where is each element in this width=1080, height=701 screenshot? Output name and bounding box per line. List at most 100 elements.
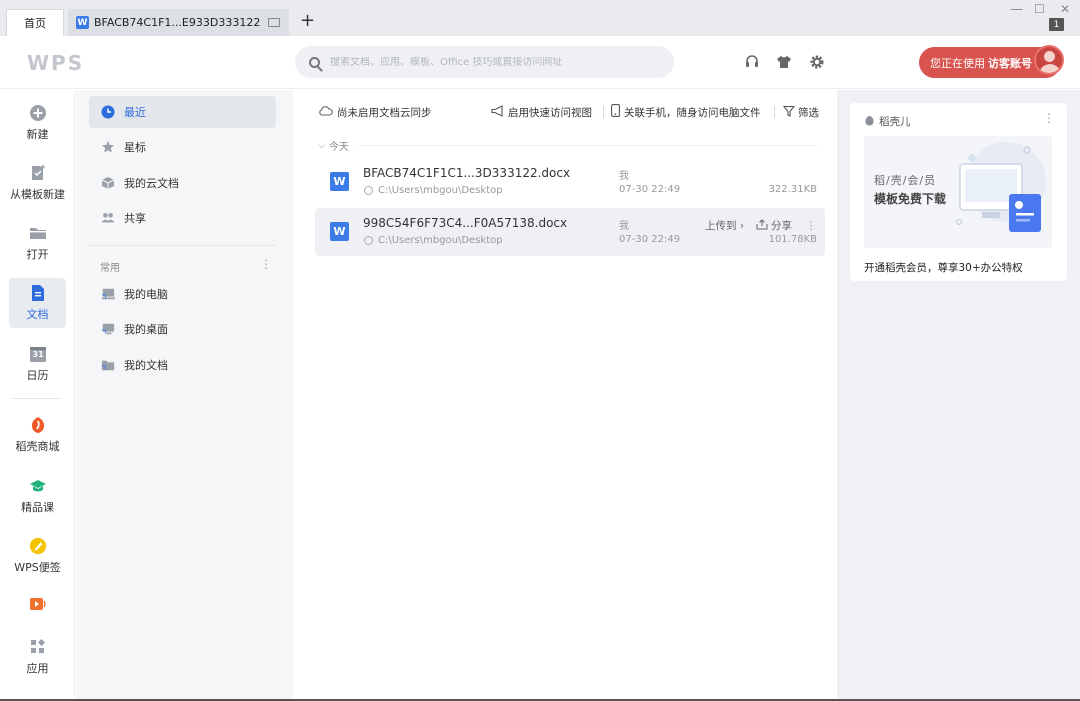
file-row[interactable]: W 998C54F6F73C4...F0A57138.docx C:\Users… (315, 208, 825, 256)
file-name[interactable]: BFACB74C1F1C1...3D333122.docx (363, 166, 570, 180)
apps-grid-icon (29, 638, 47, 656)
file-time: 07-30 22:49 (619, 234, 681, 245)
subnav-my-computer-label: 我的电脑 (124, 288, 168, 301)
wps-logo: WPS (27, 51, 85, 75)
group-today[interactable]: ⌵ 今天 (318, 138, 349, 154)
sub-nav: 最近 星标 我的云文档 共享 常用 ⋮ 我的电脑 我的桌面 我的文档 (76, 90, 293, 701)
title-bar: 首页 W BFACB74C1F1...E933D333122 + — ☐ ✕ 1 (0, 0, 1080, 36)
nav-apps[interactable]: 应用 (9, 632, 66, 682)
word-file-icon: W (330, 172, 349, 191)
skin-shirt-icon[interactable] (776, 54, 792, 70)
document-icon (29, 284, 47, 302)
maximize-button[interactable]: ☐ (1034, 2, 1045, 16)
nav-documents-label: 文档 (26, 308, 49, 321)
headset-icon[interactable] (744, 54, 760, 70)
file-owner: 我 (619, 171, 629, 182)
guest-label: 访客账号 (988, 56, 1032, 70)
nav-new-from-template-label: 从模板新建 (10, 188, 65, 201)
tab-home-label: 首页 (24, 17, 46, 30)
daoke-icon (29, 416, 47, 434)
avatar[interactable] (1034, 45, 1064, 75)
more-options-icon[interactable]: ⋮ (1043, 111, 1055, 125)
cloud-sync-button[interactable]: 尚未启用文档云同步 (318, 104, 432, 120)
promo-banner[interactable]: 稻/壳/会/员 模板免费下载 (864, 136, 1052, 248)
template-icon (29, 164, 47, 182)
settings-gear-icon[interactable] (809, 54, 825, 70)
tab-document[interactable]: W BFACB74C1F1...E933D333122 (68, 9, 289, 36)
word-doc-icon: W (76, 16, 89, 29)
promo-title-label: 稻壳儿 (879, 116, 911, 128)
header-bar: WPS 您正在使用 访客账号 (0, 36, 1080, 89)
subnav-starred[interactable]: 星标 (89, 131, 276, 163)
subnav-my-computer[interactable]: 我的电脑 (89, 278, 276, 310)
chevron-down-icon: ⌵ (318, 140, 325, 151)
calendar-icon: 31 (29, 345, 47, 363)
subnav-my-desktop[interactable]: 我的桌面 (89, 313, 276, 345)
nav-wps-notes[interactable]: WPS便签 (9, 531, 66, 581)
nav-courses-label: 精品课 (21, 501, 54, 514)
search-input[interactable] (330, 56, 650, 68)
nav-calendar-label: 日历 (26, 369, 49, 382)
filter-button[interactable]: 筛选 (782, 104, 819, 120)
guest-account-button[interactable]: 您正在使用 访客账号 (919, 45, 1064, 78)
upload-to-button[interactable]: 上传到 › (705, 218, 744, 233)
more-options-icon[interactable]: ⋮ (806, 220, 817, 232)
nav-video[interactable] (9, 585, 66, 627)
nav-open[interactable]: 打开 (9, 218, 66, 268)
main-content: 尚未启用文档云同步 启用快速访问视图 关联手机，随身访问电脑文件 筛选 ⌵ 今天… (293, 90, 837, 701)
file-path: C:\Users\mbgou\Desktop (364, 185, 503, 196)
link-phone-button[interactable]: 关联手机，随身访问电脑文件 (611, 104, 761, 120)
minimize-button[interactable]: — (1010, 2, 1023, 17)
tab-home[interactable]: 首页 (6, 9, 64, 36)
nav-new[interactable]: 新建 (9, 98, 66, 148)
promo-text[interactable]: 开通稻壳会员，尊享30+办公特权 (864, 260, 1023, 275)
nav-documents[interactable]: 文档 (9, 278, 66, 328)
word-file-icon: W (330, 222, 349, 241)
subnav-cloud-docs[interactable]: 我的云文档 (89, 167, 276, 199)
close-button[interactable]: ✕ (1060, 2, 1070, 16)
subnav-my-documents[interactable]: 我的文档 (89, 349, 276, 381)
file-time: 07-30 22:49 (619, 184, 681, 195)
promo-banner-subtitle: 稻/壳/会/员 (874, 174, 937, 187)
group-divider (358, 145, 818, 146)
quick-view-label: 启用快速访问视图 (508, 106, 592, 119)
file-size: 101.78KB (768, 234, 817, 245)
toolbar-divider-1 (603, 104, 604, 120)
nav-daoke-store-label: 稻壳商城 (15, 440, 60, 453)
add-tab-button[interactable]: + (300, 11, 315, 31)
daoke-logo-icon (864, 115, 875, 129)
nav-new-from-template[interactable]: 从模板新建 (9, 158, 66, 208)
promo-card[interactable]: 稻壳儿 ⋮ 稻/壳/会/员 模板免费下载 开通稻壳会员，尊享30+办公特权 (850, 103, 1067, 281)
subnav-starred-label: 星标 (124, 141, 146, 154)
file-name[interactable]: 998C54F6F73C4...F0A57138.docx (363, 216, 567, 230)
search-icon (309, 56, 320, 68)
nav-courses[interactable]: 精品课 (9, 471, 66, 521)
subnav-shared[interactable]: 共享 (89, 202, 276, 234)
share-button[interactable]: 分享 (771, 218, 792, 233)
location-icon (364, 186, 373, 195)
file-owner: 我 (619, 221, 629, 232)
more-options-icon[interactable]: ⋮ (260, 257, 272, 271)
nav-calendar[interactable]: 31 日历 (9, 339, 66, 389)
desktop-icon (101, 322, 115, 336)
file-size: 322.31KB (768, 184, 817, 195)
subnav-recent-label: 最近 (124, 106, 146, 119)
users-icon (101, 211, 115, 225)
nav-daoke-store[interactable]: 稻壳商城 (9, 410, 66, 460)
subnav-recent[interactable]: 最近 (89, 96, 276, 128)
location-icon (364, 236, 373, 245)
video-icon (29, 595, 47, 613)
folder-shortcut-icon (101, 358, 115, 372)
window-count-badge[interactable]: 1 (1049, 18, 1064, 31)
file-row[interactable]: W BFACB74C1F1C1...3D333122.docx C:\Users… (315, 158, 825, 206)
monitor-icon[interactable] (268, 18, 281, 27)
cube-icon (101, 176, 115, 190)
filter-label: 筛选 (798, 106, 819, 119)
subnav-my-desktop-label: 我的桌面 (124, 323, 168, 336)
search-bar[interactable] (295, 46, 674, 78)
quick-view-button[interactable]: 启用快速访问视图 (491, 104, 592, 120)
computer-icon (101, 287, 115, 301)
graduation-cap-icon (29, 477, 47, 495)
tab-document-label: BFACB74C1F1...E933D333122 (94, 16, 261, 29)
cloud-sync-label: 尚未启用文档云同步 (337, 106, 432, 119)
